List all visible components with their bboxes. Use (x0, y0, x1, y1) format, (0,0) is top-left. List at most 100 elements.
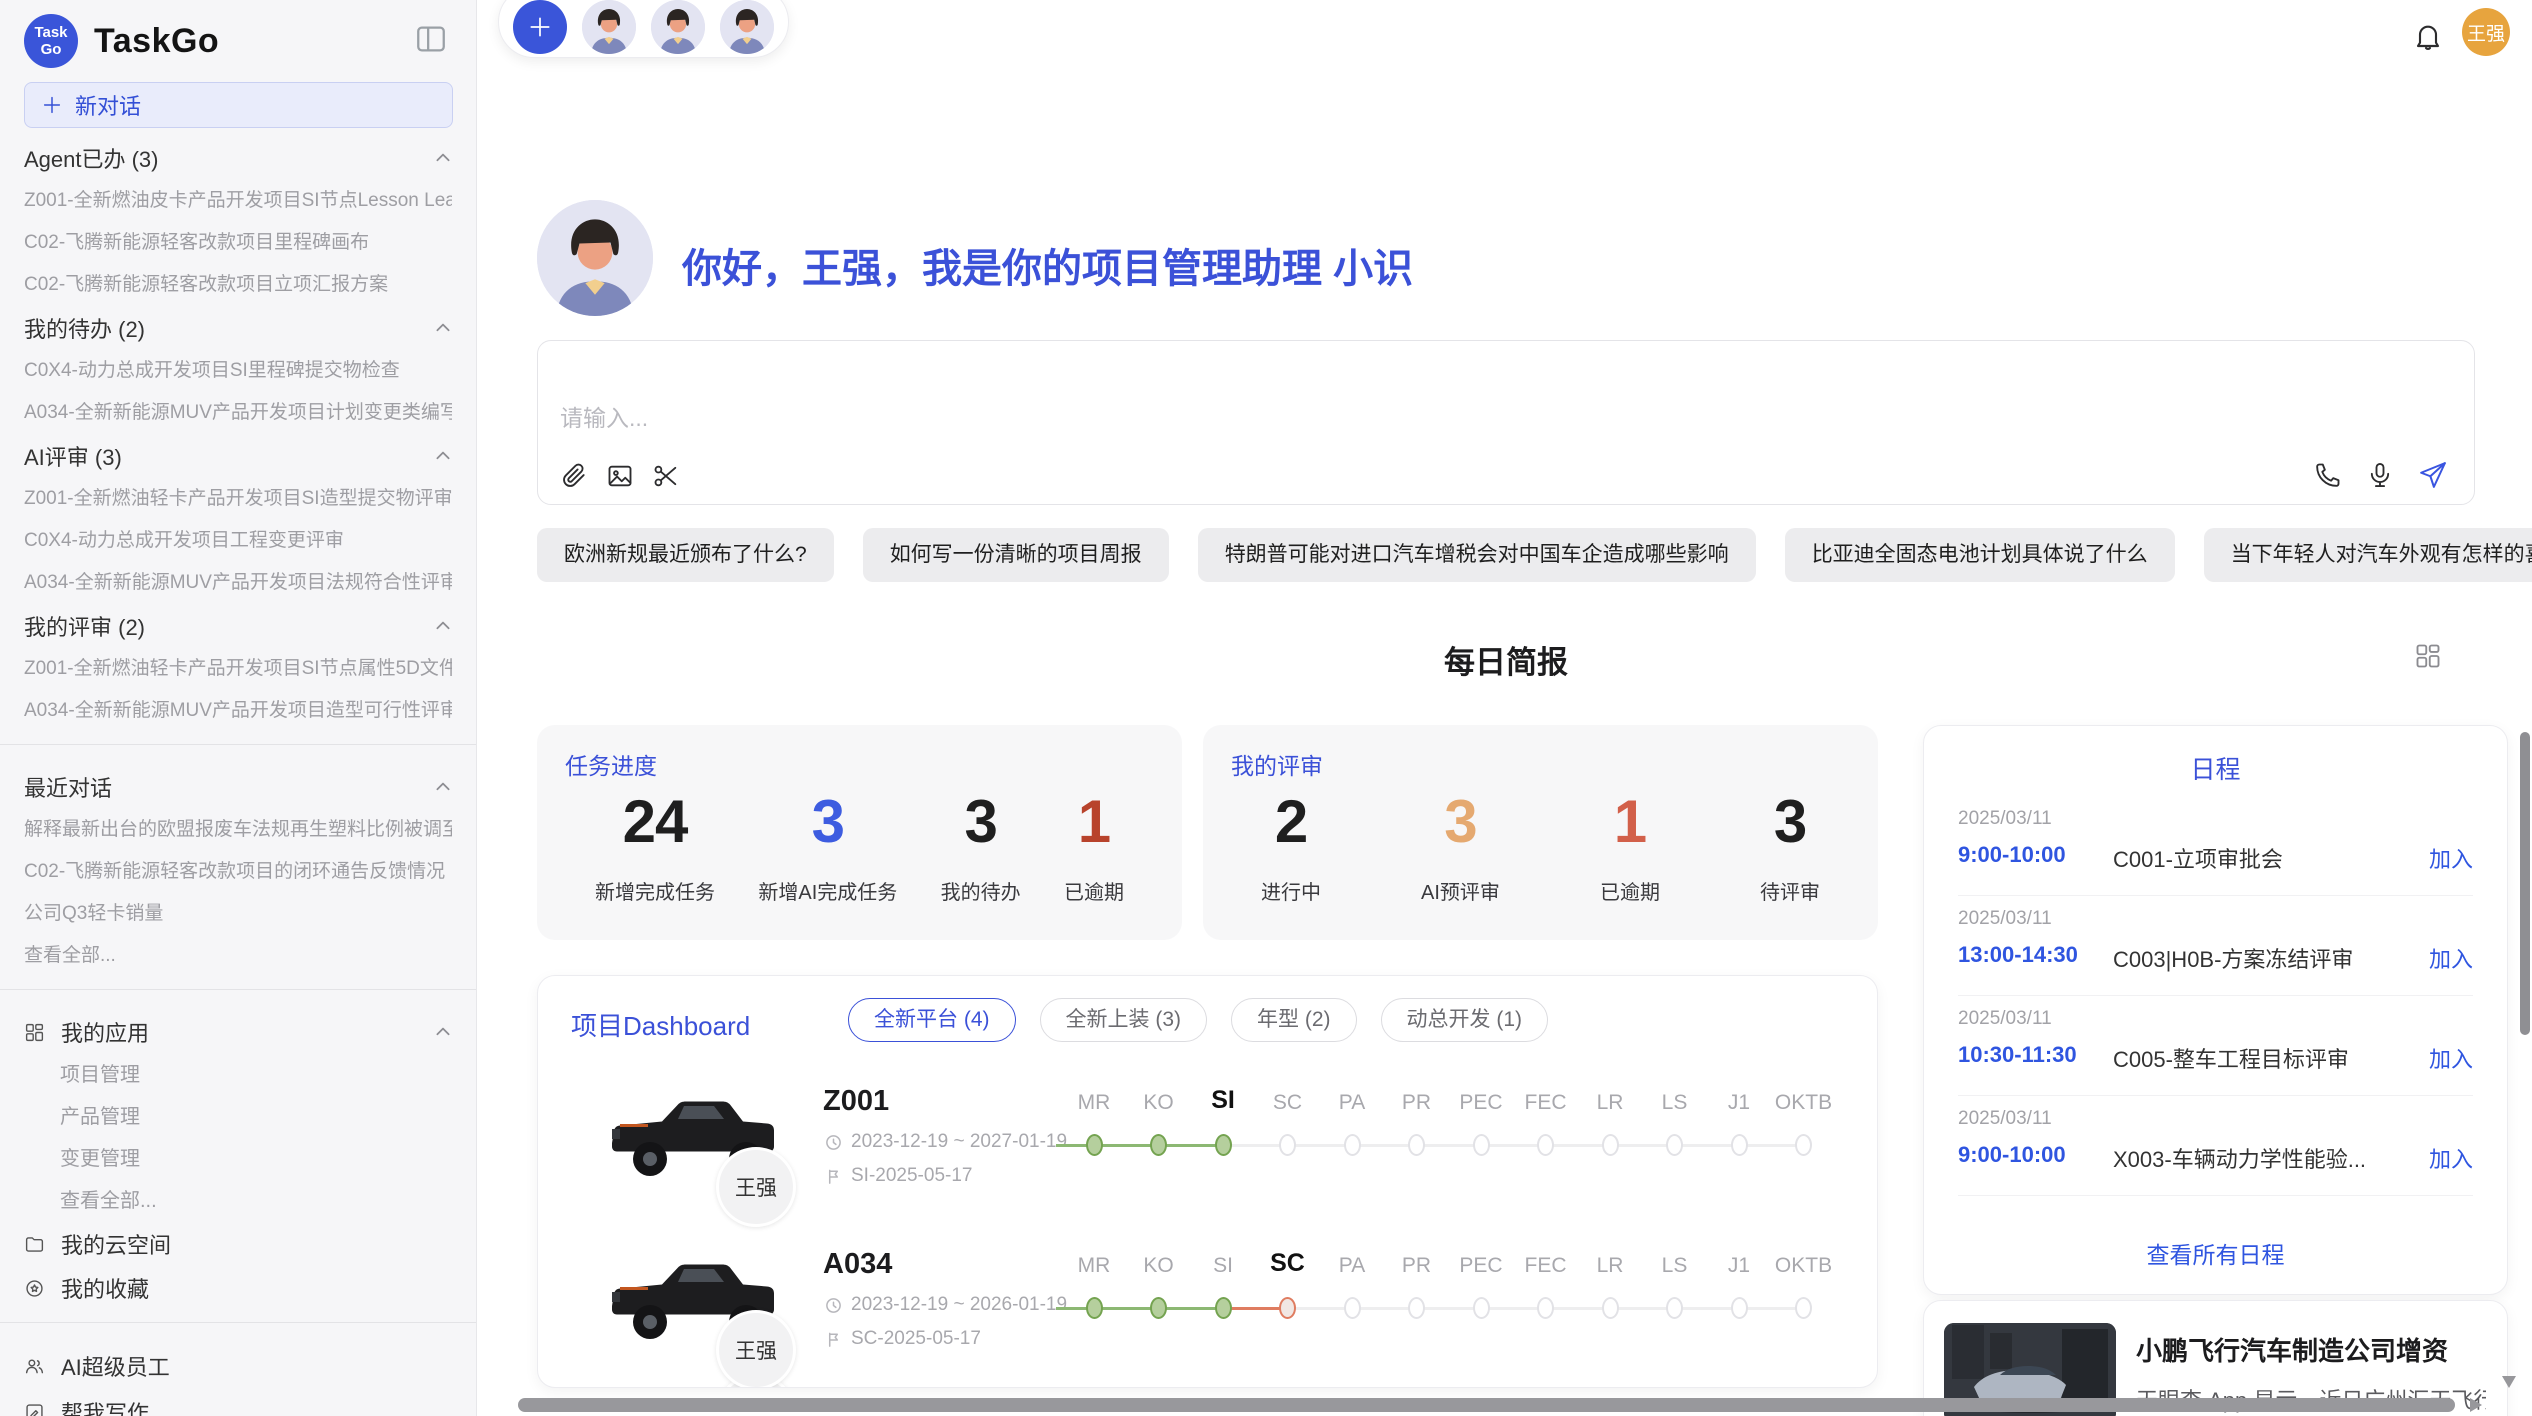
sidebar-conversation-item[interactable]: C02-飞腾新能源轻客改款项目立项汇报方案 (24, 264, 452, 306)
sidebar-item-cloud-space[interactable]: 我的云空间 (24, 1222, 452, 1266)
user-avatar[interactable] (582, 0, 636, 54)
milestone-label: MR (1078, 1254, 1111, 1278)
sidebar-tools: AI超级员工帮我写作创意制图 (0, 1335, 476, 1416)
sidebar-conversation-item[interactable]: A034-全新新能源MUV产品开发项目法规符合性评审 (24, 562, 452, 604)
sidebar-conversation-item[interactable]: C0X4-动力总成开发项目SI里程碑提交物检查 (24, 350, 452, 392)
news-title: 小鹏飞行汽车制造公司增资 (2136, 1331, 2448, 1368)
microphone-button[interactable] (2366, 461, 2394, 489)
sidebar-conversation-item[interactable]: Z001-全新燃油轻卡产品开发项目SI节点属性5D文件评审 (24, 648, 452, 690)
sidebar-item-help-me-write[interactable]: 帮我写作 (24, 1389, 452, 1416)
screenshot-button[interactable] (652, 462, 680, 490)
stat-value: 2 (1261, 787, 1321, 856)
sidebar-app-item[interactable]: 查看全部... (24, 1180, 452, 1222)
section-label: Agent已办 (3) (24, 142, 434, 174)
dashboard-tab[interactable]: 年型 (2) (1231, 998, 1357, 1042)
stat-value: 1 (1064, 787, 1124, 856)
horizontal-scrollbar[interactable] (518, 1398, 2455, 1412)
sidebar-section-header[interactable]: AI评审 (3) (24, 434, 452, 478)
voice-call-button[interactable] (2314, 461, 2342, 489)
milestone-label: LS (1662, 1091, 1688, 1115)
suggestion-chip[interactable]: 特朗普可能对进口汽车增税会对中国车企造成哪些影响 (1198, 528, 1756, 582)
sidebar-conversation-item[interactable]: C02-飞腾新能源轻客改款项目里程碑画布 (24, 222, 452, 264)
project-row[interactable]: 王强 Z001 2023-12-19 ~ 2027-01-19 SI-2025-… (538, 1071, 1877, 1231)
milestone-label: FEC (1525, 1254, 1567, 1278)
attach-file-button[interactable] (560, 462, 588, 490)
sidebar-item-ai-super-staff[interactable]: AI超级员工 (24, 1343, 452, 1389)
view-all-schedule-link[interactable]: 查看所有日程 (1924, 1236, 2507, 1270)
suggestion-chip[interactable]: 欧洲新规最近颁布了什么? (537, 528, 834, 582)
milestone-label: J1 (1728, 1254, 1750, 1278)
sidebar-section-header[interactable]: Agent已办 (3) (24, 136, 452, 180)
schedule-event-title: X003-车辆动力学性能验... (2113, 1142, 2366, 1174)
dashboard-tab[interactable]: 全新平台 (4) (848, 998, 1016, 1042)
user-avatar[interactable] (651, 0, 705, 54)
sidebar-section-header[interactable]: 最近对话 (24, 765, 452, 809)
milestone-label: SI (1211, 1086, 1235, 1115)
dashboard-tab[interactable]: 全新上装 (3) (1040, 998, 1208, 1042)
sidebar-app-item[interactable]: 变更管理 (24, 1138, 452, 1180)
join-link[interactable]: 加入 (2429, 942, 2473, 974)
insert-image-button[interactable] (606, 462, 634, 490)
sidebar-conversation-item[interactable]: C0X4-动力总成开发项目工程变更评审 (24, 520, 452, 562)
dashboard-tab[interactable]: 动总开发 (1) (1381, 998, 1549, 1042)
plus-icon-slot (527, 14, 553, 40)
join-link[interactable]: 加入 (2429, 842, 2473, 874)
notifications-button[interactable] (2412, 20, 2444, 52)
dates-text: 2023-12-19 ~ 2026-01-19 (851, 1294, 1067, 1316)
scroll-right-arrow[interactable] (2470, 1398, 2482, 1412)
sidebar-conversation-item[interactable]: A034-全新新能源MUV产品开发项目计划变更类编写 (24, 392, 452, 434)
sidebar-recent-item[interactable]: 解释最新出台的欧盟报废车法规再生塑料比例被调至15%... (24, 809, 452, 851)
suggestion-chip[interactable]: 如何写一份清晰的项目周报 (863, 528, 1169, 582)
send-button[interactable] (2418, 460, 2448, 490)
new-chat-button[interactable]: 新对话 (24, 82, 453, 128)
vertical-scrollbar[interactable] (2520, 732, 2530, 1035)
milestone-track-segment (1056, 1144, 1223, 1147)
sidebar-app-item[interactable]: 项目管理 (24, 1054, 452, 1096)
flag-text: SI-2025-05-17 (851, 1165, 972, 1187)
stat-item: 3待评审 (1760, 787, 1820, 905)
join-link[interactable]: 加入 (2429, 1142, 2473, 1174)
sidebar-recent-conversations: 最近对话解释最新出台的欧盟报废车法规再生塑料比例被调至15%...C02-飞腾新… (0, 757, 476, 977)
sidebar-recent-item[interactable]: C02-飞腾新能源轻客改款项目的闭环通告反馈情况 (24, 851, 452, 893)
milestone-dot (1344, 1297, 1361, 1319)
stat-value: 3 (758, 787, 897, 856)
card-title: 任务进度 (565, 747, 1154, 781)
briefing-layout-button[interactable] (2414, 642, 2442, 670)
milestone-dot (1795, 1134, 1812, 1156)
schedule-card: 日程 2025/03/119:00-10:00C001-立项审批会加入2025/… (1923, 725, 2508, 1295)
milestone-label: FEC (1525, 1091, 1567, 1115)
chat-input[interactable] (560, 396, 2260, 441)
sidebar-conversation-item[interactable]: Z001-全新燃油轻卡产品开发项目SI造型提交物评审 (24, 478, 452, 520)
suggestion-chip[interactable]: 当下年轻人对汽车外观有怎样的喜好趋势 (2204, 528, 2532, 582)
stat-label: 已逾期 (1064, 876, 1124, 905)
project-row[interactable]: 王强 A034 2023-12-19 ~ 2026-01-19 SC-2025-… (538, 1234, 1877, 1388)
sidebar-recent-item[interactable]: 公司Q3轻卡销量 (24, 893, 452, 935)
sidebar-conversation-item[interactable]: Z001-全新燃油皮卡产品开发项目SI节点Lesson Learn报告 (24, 180, 452, 222)
logo-text-bottom: Go (41, 41, 62, 58)
milestone-label: SC (1270, 1249, 1305, 1278)
project-dashboard-card: 项目Dashboard 全新平台 (4)全新上装 (3)年型 (2)动总开发 (… (537, 975, 1878, 1388)
milestone-track-segment (1056, 1307, 1223, 1310)
sidebar-collapse-button[interactable] (414, 22, 448, 56)
sidebar-section-header[interactable]: 我的评审 (2) (24, 604, 452, 648)
sidebar-task-sections: Agent已办 (3) Z001-全新燃油皮卡产品开发项目SI节点Lesson L… (0, 128, 476, 732)
milestone-dot (1408, 1134, 1425, 1156)
sidebar-recent-item[interactable]: 查看全部... (24, 935, 452, 977)
my-reviews-card: 我的评审 2进行中3AI预评审1已逾期3待评审 (1203, 725, 1878, 940)
sidebar-app-item[interactable]: 产品管理 (24, 1096, 452, 1138)
suggestion-chip[interactable]: 比亚迪全固态电池计划具体说了什么 (1785, 528, 2175, 582)
sidebar-item-my-apps[interactable]: 我的应用 (24, 1010, 452, 1054)
user-avatar-badge[interactable]: 王强 (2462, 8, 2510, 56)
user-avatar[interactable] (720, 0, 774, 54)
scroll-down-arrow[interactable] (2502, 1376, 2516, 1388)
sidebar-section-header[interactable]: 我的待办 (2) (24, 306, 452, 350)
folder-icon (24, 1234, 45, 1255)
sidebar-my-apps: 我的应用项目管理产品管理变更管理查看全部...我的云空间我的收藏 (0, 1002, 476, 1310)
daily-briefing-title: 每日简报 (537, 637, 2475, 682)
join-link[interactable]: 加入 (2429, 1042, 2473, 1074)
milestone-timeline: MRKOSISCPAPRPECFECLRLSJ1OKTB (1043, 1234, 1843, 1369)
stat-label: 待评审 (1760, 876, 1820, 905)
sidebar-item-favorites[interactable]: 我的收藏 (24, 1266, 452, 1310)
sidebar-conversation-item[interactable]: A034-全新新能源MUV产品开发项目造型可行性评审 (24, 690, 452, 732)
add-agent-button[interactable] (513, 0, 567, 54)
